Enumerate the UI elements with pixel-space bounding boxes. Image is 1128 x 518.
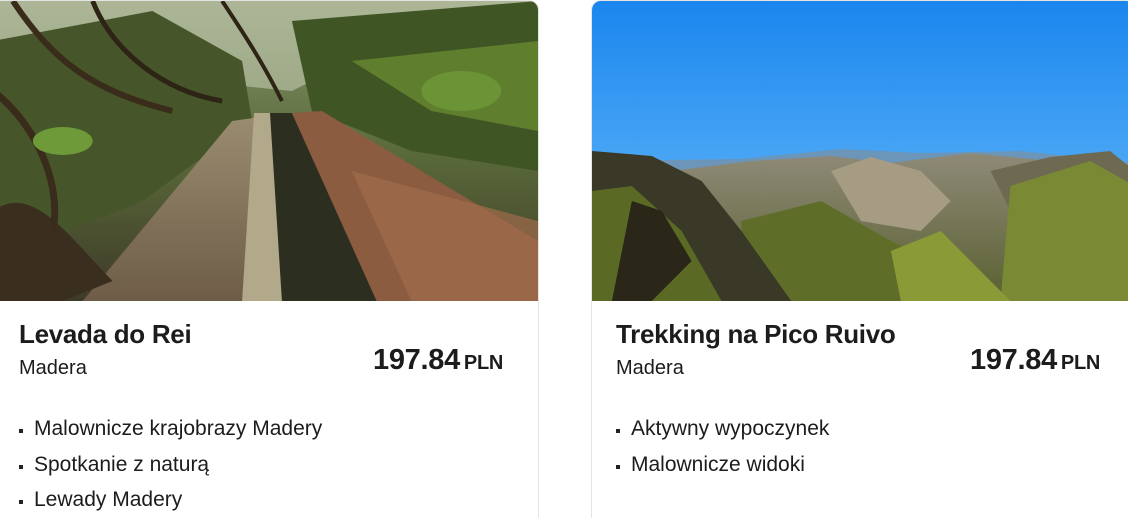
feature-text: Malownicze krajobrazy Madery	[34, 417, 323, 440]
bullet-icon	[616, 429, 620, 433]
feature-text: Lewady Madery	[34, 488, 183, 511]
price-currency: PLN	[463, 352, 504, 374]
bullet-icon	[19, 429, 23, 433]
tour-features-list: Malownicze krajobrazy Madery Spotkanie z…	[19, 411, 322, 518]
tour-photo-levada[interactable]	[0, 1, 538, 301]
feature-item: Lewady Madery	[19, 482, 322, 518]
bullet-icon	[19, 500, 23, 504]
feature-text: Malownicze widoki	[631, 452, 805, 476]
tour-location: Madera	[19, 357, 87, 379]
tour-price: 197.84 PLN	[373, 344, 503, 377]
feature-item: Spotkanie z naturą	[19, 447, 322, 483]
feature-item: Aktywny wypoczynek	[616, 411, 829, 447]
bullet-icon	[616, 464, 620, 469]
price-amount: 197.84	[970, 344, 1057, 376]
feature-item: Malownicze widoki	[616, 447, 829, 483]
feature-text: Aktywny wypoczynek	[631, 417, 830, 440]
bullet-icon	[19, 464, 23, 469]
tour-title[interactable]: Trekking na Pico Ruivo	[616, 319, 896, 350]
feature-item: Malownicze krajobrazy Madery	[19, 411, 322, 447]
price-amount: 197.84	[373, 344, 460, 376]
tour-title[interactable]: Levada do Rei	[19, 319, 192, 350]
forest-levada-photo-icon	[0, 1, 538, 301]
tour-photo-pico-ruivo[interactable]	[592, 1, 1128, 301]
tour-features-list: Aktywny wypoczynek Malownicze widoki	[616, 411, 829, 482]
price-currency: PLN	[1060, 352, 1101, 374]
tour-card-levada-do-rei[interactable]: Levada do Rei Madera 197.84 PLN Malownicz…	[0, 0, 539, 518]
tour-location: Madera	[616, 357, 684, 379]
tour-price: 197.84 PLN	[970, 344, 1100, 377]
feature-text: Spotkanie z naturą	[34, 452, 210, 476]
mountain-peaks-photo-icon	[592, 1, 1128, 301]
tour-card-pico-ruivo[interactable]: Trekking na Pico Ruivo Madera 197.84 PLN …	[591, 0, 1128, 518]
